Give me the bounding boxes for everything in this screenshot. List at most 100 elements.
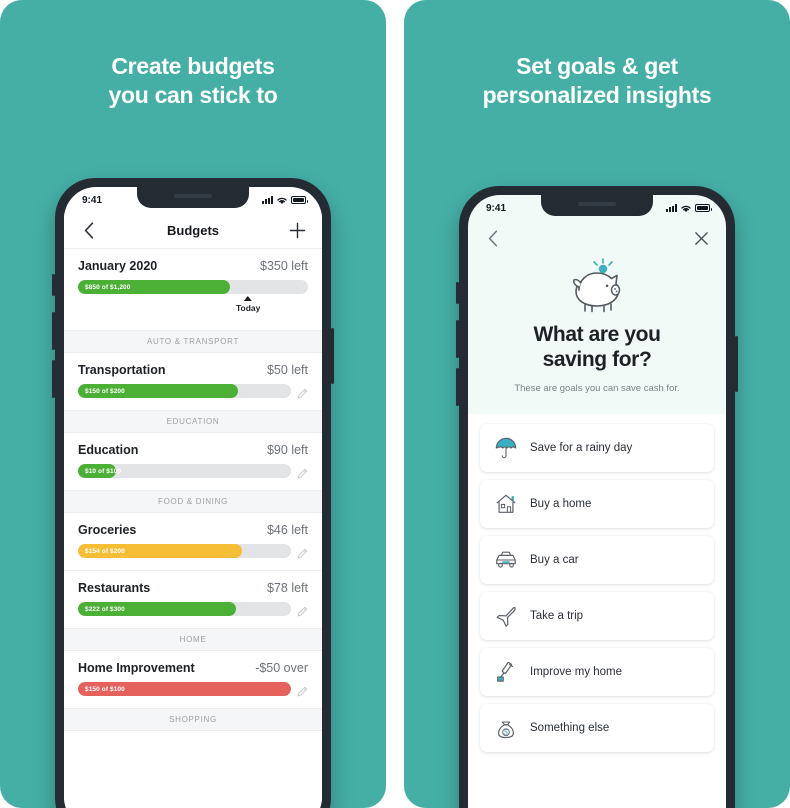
paint-roller-icon bbox=[494, 660, 518, 684]
today-marker-area: Today bbox=[78, 296, 308, 318]
budget-category-name: Groceries bbox=[78, 523, 137, 537]
battery-icon bbox=[695, 204, 712, 212]
budget-progress-fill: $10 of $100 bbox=[78, 464, 121, 478]
goal-option-label: Improve my home bbox=[530, 665, 623, 678]
budgets-nav-bar: Budgets bbox=[64, 213, 322, 249]
goals-subtitle: These are goals you can save cash for. bbox=[514, 382, 680, 394]
app-store-screenshot-pair: Create budgets you can stick to 9:41 Bud… bbox=[0, 0, 790, 808]
goal-option-card[interactable]: $ Something else bbox=[480, 703, 714, 752]
budget-progress-fill: $150 of $100 bbox=[78, 682, 291, 696]
right-headline-line1: Set goals & get bbox=[516, 53, 678, 79]
budget-row[interactable]: Transportation $50 left $150 of $200 bbox=[64, 353, 322, 410]
status-bar: 9:41 bbox=[468, 195, 726, 221]
goals-option-list[interactable]: Save for a rainy day Buy a home Buy a car T… bbox=[468, 413, 726, 808]
wifi-icon bbox=[277, 197, 287, 204]
volume-up-button bbox=[52, 312, 55, 350]
budget-progress-track: $222 of $300 bbox=[78, 602, 291, 616]
volume-up-button bbox=[456, 320, 459, 358]
goals-nav-bar bbox=[468, 221, 726, 255]
pencil-icon[interactable] bbox=[297, 684, 308, 696]
car-icon bbox=[494, 548, 518, 572]
silence-switch bbox=[456, 282, 459, 304]
budget-remaining-amount: $78 left bbox=[266, 581, 308, 595]
overview-left-amount: $350 left bbox=[260, 259, 308, 273]
right-phone-frame: 9:41 What are you saving for? These are … bbox=[456, 186, 738, 808]
today-arrow-icon bbox=[244, 296, 253, 301]
wifi-icon bbox=[681, 205, 691, 212]
goals-hero: What are you saving for? These are goals… bbox=[468, 255, 726, 414]
today-label: Today bbox=[235, 303, 261, 313]
budget-sections: AUTO & TRANSPORT Transportation $50 left $1… bbox=[64, 330, 322, 731]
cellular-signal-icon bbox=[666, 204, 677, 212]
budget-progress-label: $154 of $200 bbox=[85, 547, 125, 555]
left-headline-line2: you can stick to bbox=[108, 82, 278, 109]
budget-progress-fill: $150 of $200 bbox=[78, 384, 238, 398]
chevron-left-icon[interactable] bbox=[78, 220, 100, 242]
chevron-left-icon[interactable] bbox=[482, 227, 504, 249]
overview-progress-fill: $850 of $1,200 bbox=[78, 280, 230, 294]
right-headline-line2: personalized insights bbox=[482, 82, 712, 109]
budget-section-header: AUTO & TRANSPORT bbox=[64, 330, 322, 353]
house-icon bbox=[494, 492, 518, 516]
left-headline-line1: Create budgets bbox=[111, 53, 275, 79]
budget-remaining-amount: -$50 over bbox=[255, 661, 308, 675]
budget-category-name: Home Improvement bbox=[78, 661, 195, 675]
budget-row[interactable]: Education $90 left $10 of $100 bbox=[64, 433, 322, 490]
budget-progress-fill: $222 of $300 bbox=[78, 602, 236, 616]
pencil-icon[interactable] bbox=[297, 546, 308, 558]
budget-progress-track: $150 of $200 bbox=[78, 384, 291, 398]
budget-progress-track: $150 of $100 bbox=[78, 682, 291, 696]
budget-row[interactable]: Restaurants $78 left $222 of $300 bbox=[64, 570, 322, 628]
silence-switch bbox=[52, 274, 55, 296]
plus-icon[interactable] bbox=[286, 220, 308, 242]
volume-down-button bbox=[52, 360, 55, 398]
status-time: 9:41 bbox=[82, 194, 103, 206]
power-button bbox=[331, 328, 334, 384]
budget-section-header: HOME bbox=[64, 628, 322, 651]
volume-down-button bbox=[456, 368, 459, 406]
budgets-list[interactable]: January 2020 $350 left $850 of $1,200 To… bbox=[64, 249, 322, 808]
close-x-icon[interactable] bbox=[690, 227, 712, 249]
budget-progress-track: $10 of $100 bbox=[78, 464, 291, 478]
left-phone-frame: 9:41 Budgets January 2020 $350 left $850… bbox=[52, 178, 334, 808]
airplane-icon bbox=[494, 604, 518, 628]
pencil-icon[interactable] bbox=[297, 386, 308, 398]
budget-progress-label: $150 of $200 bbox=[85, 387, 125, 395]
budget-row[interactable]: Home Improvement -$50 over $150 of $100 bbox=[64, 651, 322, 708]
budget-row[interactable]: Groceries $46 left $154 of $200 bbox=[64, 513, 322, 570]
budget-category-name: Education bbox=[78, 443, 139, 457]
goal-option-label: Something else bbox=[530, 721, 610, 734]
status-time: 9:41 bbox=[486, 202, 507, 214]
overview-progress-label: $850 of $1,200 bbox=[85, 283, 131, 291]
goal-option-label: Take a trip bbox=[530, 609, 584, 622]
goals-screen: 9:41 What are you saving for? These are … bbox=[468, 195, 726, 808]
overview-month-label: January 2020 bbox=[78, 259, 158, 273]
budget-progress-label: $10 of $100 bbox=[85, 467, 122, 475]
goal-option-card[interactable]: Take a trip bbox=[480, 591, 714, 640]
budget-remaining-amount: $90 left bbox=[266, 443, 308, 457]
budget-section-header: SHOPPING bbox=[64, 708, 322, 731]
goal-option-card[interactable]: Buy a home bbox=[480, 479, 714, 528]
goal-option-card[interactable]: Save for a rainy day bbox=[480, 423, 714, 472]
goal-option-label: Buy a car bbox=[530, 553, 579, 566]
left-headline: Create budgets you can stick to bbox=[0, 52, 386, 111]
left-promo-panel: Create budgets you can stick to 9:41 Bud… bbox=[0, 0, 386, 808]
umbrella-icon bbox=[494, 436, 518, 460]
goal-option-label: Buy a home bbox=[530, 497, 592, 510]
goal-option-card[interactable]: Buy a car bbox=[480, 535, 714, 584]
status-bar: 9:41 bbox=[64, 187, 322, 213]
budget-category-name: Transportation bbox=[78, 363, 166, 377]
page-title: Budgets bbox=[167, 223, 219, 238]
budget-progress-label: $222 of $300 bbox=[85, 605, 125, 613]
pencil-icon[interactable] bbox=[297, 466, 308, 478]
money-bag-icon: $ bbox=[494, 716, 518, 740]
budget-progress-fill: $154 of $200 bbox=[78, 544, 242, 558]
budget-category-name: Restaurants bbox=[78, 581, 151, 595]
goals-title-line2: saving for? bbox=[542, 347, 652, 371]
budget-section-header: EDUCATION bbox=[64, 410, 322, 433]
goals-title-line1: What are you bbox=[533, 323, 661, 346]
pencil-icon[interactable] bbox=[297, 604, 308, 616]
goal-option-card[interactable]: Improve my home bbox=[480, 647, 714, 696]
budget-remaining-amount: $50 left bbox=[266, 363, 308, 377]
budget-overview-row[interactable]: January 2020 $350 left $850 of $1,200 To… bbox=[64, 249, 322, 330]
